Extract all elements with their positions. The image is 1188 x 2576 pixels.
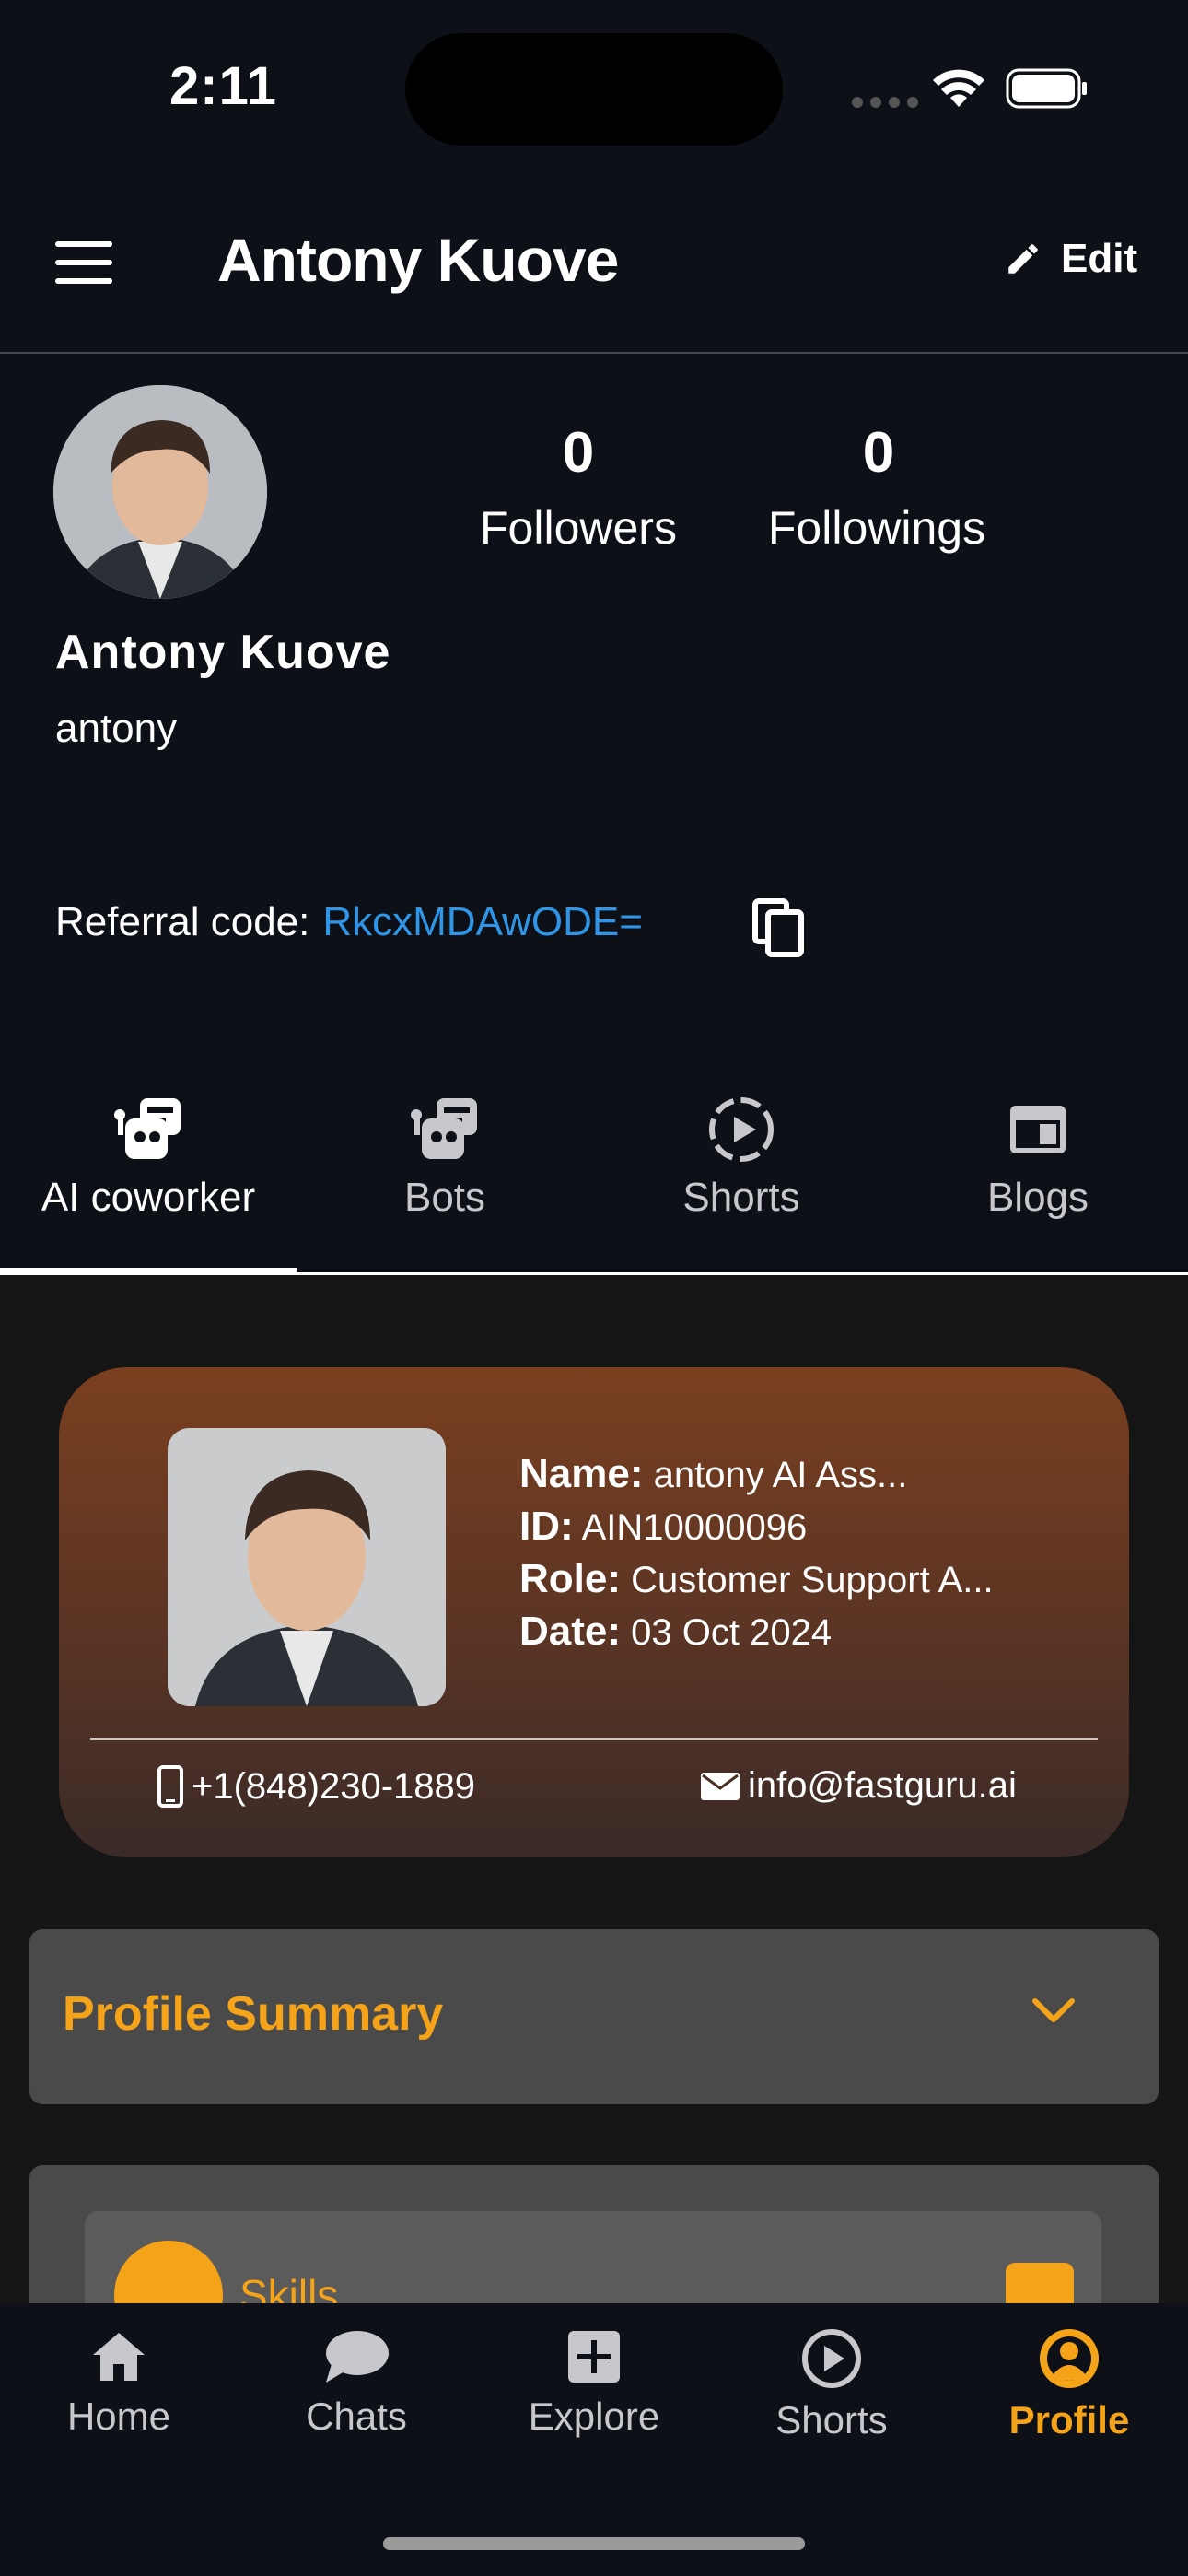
- tab-label: Blogs: [986, 1175, 1089, 1220]
- active-tab-indicator: [0, 1268, 297, 1273]
- edit-label: Edit: [1061, 236, 1138, 281]
- coworker-photo: [168, 1428, 446, 1706]
- email-address: info@fastguru.ai: [748, 1765, 1017, 1806]
- play-circle-icon: [802, 2329, 861, 2388]
- nav-label: Shorts: [775, 2398, 888, 2441]
- nav-shorts[interactable]: Shorts: [713, 2327, 950, 2442]
- followings-count[interactable]: 0: [740, 420, 1017, 486]
- date-label: Date:: [519, 1609, 622, 1654]
- blog-icon: [1010, 1106, 1066, 1153]
- followings-label[interactable]: Followings: [729, 501, 1024, 555]
- referral-label: Referral code:: [55, 899, 310, 944]
- home-indicator[interactable]: [383, 2537, 805, 2550]
- nav-home[interactable]: Home: [0, 2327, 238, 2439]
- chevron-down-icon[interactable]: [1031, 1997, 1076, 2030]
- plus-square-icon: [568, 2331, 620, 2383]
- status-time: 2:11: [169, 56, 277, 116]
- coworker-name: antony AI Ass...: [653, 1455, 908, 1495]
- phone-icon: [157, 1765, 183, 1808]
- home-icon: [93, 2333, 145, 2381]
- coworker-phone[interactable]: +1(848)230-1889: [157, 1765, 475, 1808]
- id-label: ID:: [519, 1504, 574, 1549]
- profile-name: Antony Kuove: [55, 626, 391, 679]
- nav-chats[interactable]: Chats: [238, 2327, 475, 2439]
- bot-icon: [114, 1098, 181, 1159]
- profile-summary-title: Profile Summary: [63, 1987, 444, 2041]
- referral-row: Referral code: RkcxMDAwODE=: [55, 899, 643, 945]
- wifi-icon: [932, 66, 985, 113]
- nav-label: Chats: [306, 2395, 407, 2438]
- profile-username: antony: [55, 706, 178, 751]
- nav-label: Explore: [528, 2395, 660, 2438]
- tab-ai-coworker[interactable]: AI coworker: [0, 1095, 297, 1221]
- avatar[interactable]: [53, 385, 267, 599]
- page-title: Antony Kuove: [217, 226, 619, 294]
- tab-bots[interactable]: Bots: [297, 1095, 593, 1221]
- coworker-role: Customer Support A...: [631, 1560, 994, 1600]
- copy-icon[interactable]: [751, 897, 807, 958]
- profile-icon: [1040, 2329, 1099, 2388]
- signal-icon: [852, 96, 926, 112]
- tab-label: AI coworker: [41, 1175, 256, 1220]
- phone-number: +1(848)230-1889: [192, 1765, 476, 1807]
- menu-icon[interactable]: [55, 241, 112, 284]
- tab-shorts[interactable]: Shorts: [593, 1095, 890, 1221]
- bot-icon: [411, 1098, 477, 1159]
- nav-profile[interactable]: Profile: [950, 2327, 1188, 2442]
- header-divider: [0, 352, 1188, 354]
- nav-label: Home: [66, 2395, 171, 2438]
- coworker-id: AIN10000096: [581, 1507, 808, 1548]
- referral-code[interactable]: RkcxMDAwODE=: [322, 899, 643, 945]
- name-label: Name:: [519, 1451, 644, 1496]
- followers-count[interactable]: 0: [440, 420, 716, 486]
- pencil-icon: [1008, 244, 1038, 274]
- tab-label: Shorts: [682, 1175, 800, 1220]
- followers-label[interactable]: Followers: [431, 501, 726, 555]
- battery-icon: [1006, 68, 1089, 113]
- nav-label: Profile: [1008, 2398, 1130, 2441]
- dynamic-island: [405, 33, 783, 146]
- role-label: Role:: [519, 1556, 621, 1601]
- card-divider: [90, 1738, 1098, 1740]
- edit-button[interactable]: Edit: [1004, 236, 1137, 282]
- tab-blogs[interactable]: Blogs: [890, 1095, 1186, 1221]
- coworker-email[interactable]: info@fastguru.ai: [700, 1765, 1017, 1807]
- tab-label: Bots: [403, 1175, 486, 1220]
- coworker-date: 03 Oct 2024: [631, 1612, 833, 1653]
- coworker-details: Name: antony AI Ass... ID: AIN10000096 R…: [519, 1448, 994, 1658]
- chat-bubble-icon: [326, 2331, 389, 2383]
- play-circle-icon: [709, 1097, 774, 1162]
- nav-explore[interactable]: Explore: [475, 2327, 713, 2439]
- mail-icon: [701, 1772, 740, 1800]
